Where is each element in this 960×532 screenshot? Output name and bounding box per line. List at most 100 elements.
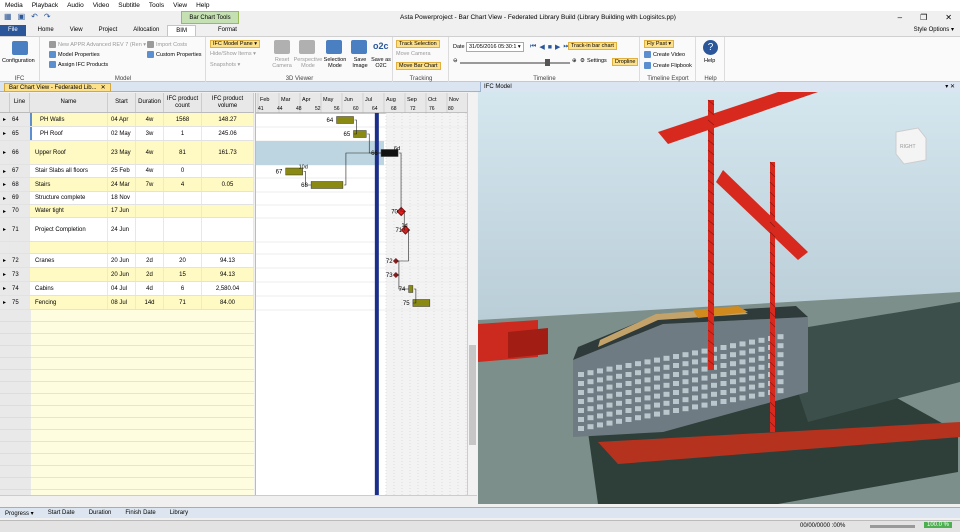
undo-icon[interactable]: ↶ [31, 12, 38, 21]
zoom-out-icon[interactable]: ⊖ [453, 58, 458, 64]
filter-start-date[interactable]: Start Date [48, 510, 75, 516]
tab-bim[interactable]: BIM [167, 25, 196, 36]
dropline-button[interactable]: Dropline [612, 58, 639, 66]
tab-project[interactable]: Project [91, 25, 126, 36]
menu-subtitle[interactable]: Subtitle [118, 2, 140, 9]
table-row[interactable]: ▸ 73 20 Jun 2d 15 94.13 [0, 268, 254, 282]
table-row[interactable]: ▸ 66 Upper Roof 23 May 4w 81 161.73 [0, 141, 254, 165]
building-model-svg: RIGHT [478, 92, 960, 504]
header-ifc-count[interactable]: IFC product count [164, 93, 202, 112]
status-bar: 00/00/0000 :00% 100.0 % [0, 520, 960, 532]
menu-audio[interactable]: Audio [67, 2, 84, 9]
window-pane [597, 413, 603, 419]
fly-past-button[interactable]: Fly Past ▾ [644, 40, 675, 48]
help-icon[interactable]: ? [703, 40, 718, 55]
table-row[interactable]: ▸ 65 PH Roof 02 May 3w 1 245.06 [0, 127, 254, 141]
tab-home[interactable]: Home [30, 25, 62, 36]
ifc-model-viewer[interactable]: RIGHT [478, 92, 960, 504]
redo-icon[interactable]: ↷ [44, 12, 51, 21]
tab-view[interactable]: View [62, 25, 91, 36]
table-row[interactable]: ▸ 64 PH Walls 04 Apr 4w 1568 148.27 [0, 113, 254, 127]
table-row[interactable]: ▸ 70 Water tight 17 Jun [0, 205, 254, 218]
table-row[interactable]: ▸ 75 Fencing 08 Jul 14d 71 84.00 [0, 296, 254, 310]
row-ifc-volume: 2,580.04 [202, 282, 254, 295]
document-tab[interactable]: Bar Chart View - Federated Lib... ✕ [4, 83, 111, 92]
vertical-scrollbar-thumb[interactable] [469, 345, 476, 445]
window-pane [758, 346, 765, 352]
timeline-slider-thumb[interactable] [545, 59, 550, 66]
window-pane [720, 381, 727, 386]
horizontal-scrollbar[interactable] [0, 495, 477, 504]
header-name[interactable]: Name [30, 93, 108, 112]
new-appr-dropdown[interactable]: New APPR Advanced REV 7 (Ren ▾ [49, 41, 146, 48]
first-frame-icon[interactable]: ⏮ [530, 43, 536, 51]
tab-file[interactable]: File [0, 25, 26, 36]
filter-progress-[interactable]: Progress ▾ [5, 510, 34, 517]
tab-allocation[interactable]: Allocation [125, 25, 167, 36]
table-row[interactable] [0, 242, 254, 254]
help-button[interactable]: Help [704, 58, 715, 64]
window-pane [654, 411, 660, 417]
window-pane [635, 397, 641, 403]
menu-playback[interactable]: Playback [32, 2, 58, 9]
stop-icon[interactable]: ■ [548, 44, 552, 51]
move-camera-button[interactable]: Move Camera [396, 51, 431, 57]
minimize-button[interactable]: – [898, 13, 902, 22]
menu-video[interactable]: Video [93, 2, 110, 9]
snapshots-button[interactable]: Snapshots ▾ [210, 62, 240, 68]
move-bar-chart-button[interactable]: Move Bar Chart [396, 62, 441, 70]
tab-format[interactable]: Format [210, 25, 245, 36]
reset-camera-button[interactable]: Reset Camera [269, 57, 295, 69]
table-row[interactable]: ▸ 69 Structure complete 18 Nov [0, 192, 254, 205]
header-duration[interactable]: Duration [136, 93, 164, 112]
close-button[interactable]: ✕ [945, 13, 952, 22]
table-row[interactable]: ▸ 68 Stairs 24 Mar 7w 4 0.05 [0, 178, 254, 192]
header-start[interactable]: Start [108, 93, 136, 112]
style-options[interactable]: Style Options ▾ [914, 26, 954, 33]
window-controls: – ❐ ✕ [898, 13, 952, 22]
filter-duration[interactable]: Duration [89, 510, 112, 516]
header-line[interactable]: Line [10, 93, 30, 112]
timeline-slider-track[interactable] [460, 62, 570, 64]
custom-properties-button[interactable]: Custom Properties [147, 51, 202, 58]
menu-view[interactable]: View [173, 2, 187, 9]
window-pane [644, 359, 651, 365]
close-tab-icon[interactable]: ✕ [101, 84, 106, 91]
menu-media[interactable]: Media [5, 2, 23, 9]
restore-button[interactable]: ❐ [920, 13, 927, 22]
hide-show-items-button[interactable]: Hide/Show Items ▾ [210, 51, 256, 57]
bar-label-65: 65 [344, 132, 351, 138]
filter-library[interactable]: Library [170, 510, 188, 516]
create-flipbook-button[interactable]: Create Flipbook [644, 62, 692, 69]
date-input[interactable]: 31/05/2016 05:30:1 ▾ [466, 42, 524, 52]
filter-finish-date[interactable]: Finish Date [125, 510, 155, 516]
perspective-mode-button[interactable]: Perspective Mode [293, 57, 323, 69]
menu-tools[interactable]: Tools [149, 2, 164, 9]
save-image-button[interactable]: Save Image [349, 57, 371, 69]
save-o2c-button[interactable]: Save as O2C [370, 57, 392, 69]
settings-button[interactable]: ⚙ Settings [580, 58, 607, 64]
table-row[interactable]: ▸ 72 Cranes 20 Jun 2d 20 94.13 [0, 254, 254, 268]
assign-ifc-button[interactable]: Assign IFC Products [49, 61, 108, 68]
create-video-button[interactable]: Create Video [644, 51, 685, 58]
import-costs-button[interactable]: Import Costs [147, 41, 187, 48]
zoom-in-icon[interactable]: ⊕ [572, 58, 577, 64]
table-row[interactable]: ▸ 67 Stair Slabs all floors 25 Feb 4w 0 [0, 165, 254, 178]
ifc-pane-controls[interactable]: ▾ ✕ [945, 82, 955, 92]
ifc-model-pane-button[interactable]: IFC Model Pane ▾ [210, 40, 261, 48]
table-row[interactable]: ▸ 71 Project Completion 24 Jun [0, 218, 254, 242]
track-in-bar-chart-button[interactable]: Track-in bar chart [568, 42, 617, 50]
save-icon[interactable]: ▣ [18, 12, 26, 21]
header-select[interactable] [0, 93, 10, 112]
prev-icon[interactable]: ◀ [539, 43, 544, 51]
header-ifc-volume[interactable]: IFC product volume [202, 93, 254, 112]
play-icon[interactable]: ▶ [555, 43, 560, 51]
zoom-slider[interactable] [870, 525, 915, 528]
model-properties-button[interactable]: Model Properties [49, 51, 100, 58]
row-name: Fencing [30, 296, 108, 309]
configuration-button[interactable]: Configuration [2, 58, 35, 64]
table-row[interactable]: ▸ 74 Cabins 04 Jul 4d 6 2,580.04 [0, 282, 254, 296]
track-selection-button[interactable]: Track Selection [396, 40, 440, 48]
menu-help[interactable]: Help [196, 2, 209, 9]
selection-mode-button[interactable]: Selection Mode [321, 57, 349, 69]
